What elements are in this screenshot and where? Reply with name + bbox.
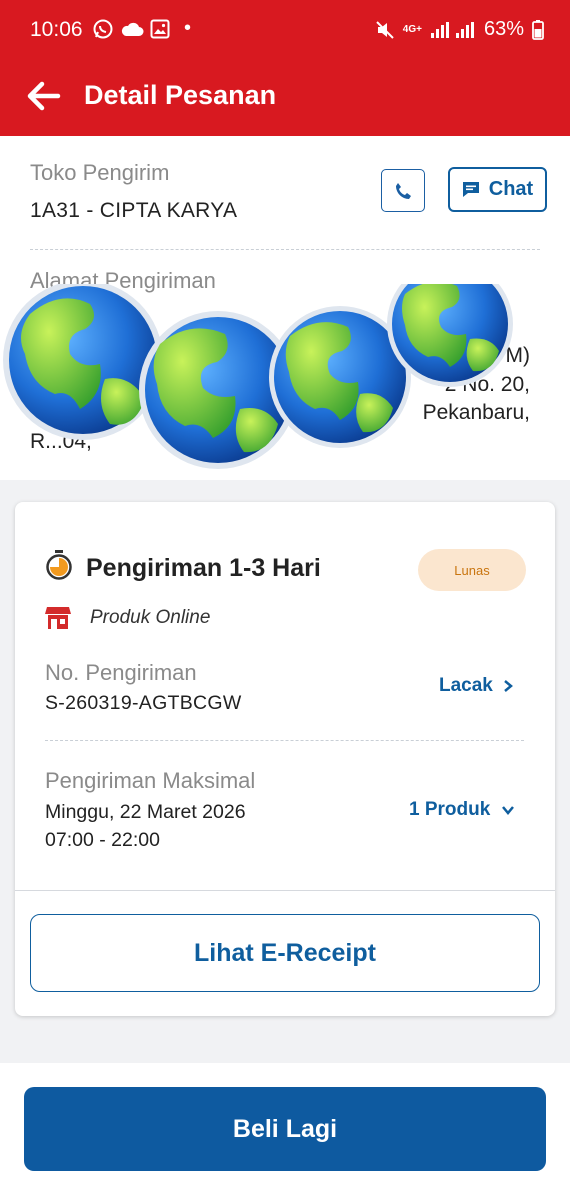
track-link[interactable]: Lacak (439, 675, 513, 697)
view-e-receipt-button[interactable]: Lihat E-Receipt (30, 914, 540, 992)
chevron-down-icon (502, 806, 515, 815)
top-bar: 10:06 • 4G+ 63% Detail Pesanan (0, 0, 570, 136)
status-time: 10:06 (30, 18, 83, 41)
max-delivery-date: Minggu, 22 Maret 2026 (45, 801, 246, 823)
whatsapp-icon (93, 19, 113, 38)
shipment-title: Pengiriman 1-3 Hari (86, 554, 321, 582)
card-divider (15, 890, 555, 891)
page-title: Detail Pesanan (84, 80, 277, 110)
chevron-right-icon (504, 680, 513, 692)
divider (45, 740, 524, 741)
battery-percent: 63% (483, 18, 524, 40)
status-badge: Lunas (418, 549, 526, 591)
status-dot: • (184, 17, 192, 39)
track-label: Lacak (439, 675, 493, 696)
phone-icon (396, 182, 411, 199)
store-section: Toko Pengirim 1A31 - CIPTA KARYA Chat Al… (0, 136, 570, 480)
call-button[interactable] (381, 169, 425, 212)
store-name: 1A31 - CIPTA KARYA (30, 199, 238, 222)
image-icon (150, 19, 170, 38)
stopwatch-icon (46, 550, 72, 580)
max-delivery-time: 07:00 - 22:00 (45, 829, 160, 851)
status-bar: 10:06 • 4G+ 63% (0, 0, 570, 62)
globe-icon (3, 284, 163, 440)
network-label: 4G+ (402, 23, 422, 35)
divider (30, 249, 540, 250)
max-delivery-label: Pengiriman Maksimal (45, 768, 256, 793)
store-icon (45, 607, 71, 629)
bottom-bar: Beli Lagi (0, 1063, 570, 1200)
arrow-left-icon[interactable] (24, 78, 64, 114)
channel-label: Produk Online (90, 607, 211, 628)
store-label: Toko Pengirim (30, 160, 170, 185)
mute-icon (376, 20, 394, 39)
chat-button[interactable]: Chat (448, 167, 547, 212)
chat-label: Chat (488, 178, 534, 200)
products-label: 1 Produk (409, 799, 491, 820)
cloud-icon (121, 22, 144, 36)
globe-stickers (3, 284, 513, 469)
buy-again-button[interactable]: Beli Lagi (24, 1087, 546, 1171)
shipment-number-label: No. Pengiriman (45, 660, 197, 685)
shipment-number: S-260319-AGTBCGW (45, 692, 242, 714)
signal-icon (430, 21, 474, 38)
products-toggle[interactable]: 1 Produk (409, 799, 515, 821)
shipment-card: Pengiriman 1-3 Hari Lunas Produk Online … (15, 502, 555, 1016)
chat-bubble-icon (462, 182, 479, 197)
battery-icon (532, 19, 544, 40)
